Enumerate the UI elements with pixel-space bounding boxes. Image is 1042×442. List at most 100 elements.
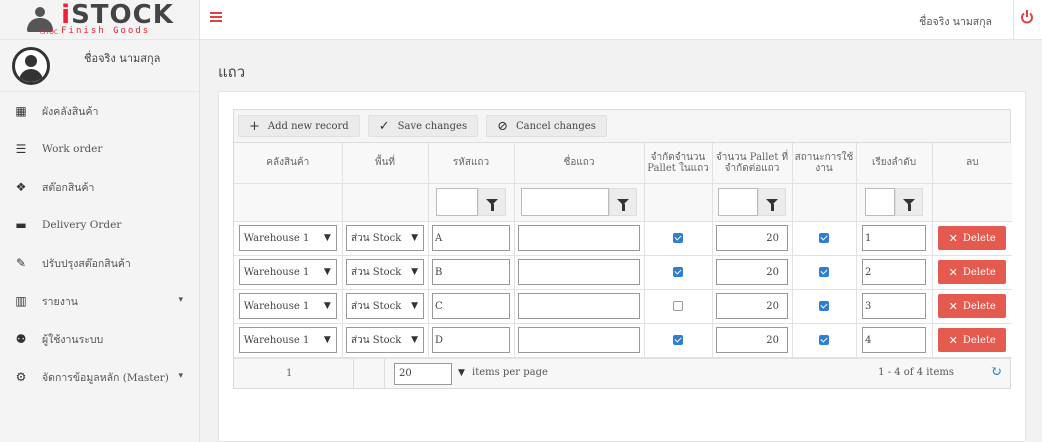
row-name-input[interactable]: [518, 293, 640, 319]
order-input[interactable]: 1: [862, 225, 926, 251]
warehouse-value: Warehouse 1: [243, 300, 310, 312]
column-header[interactable]: รหัสแถว: [428, 143, 515, 184]
order-input[interactable]: 3: [862, 293, 926, 319]
grid-header-row: คลังสินค้า พื้นที่ รหัสแถว ชื่อแถว จำกัดจำนว…: [234, 143, 1012, 184]
filter-name-button[interactable]: [609, 188, 637, 216]
area-select[interactable]: ส่วน Stock ▼: [346, 225, 424, 251]
chevron-down-icon[interactable]: ▾: [178, 371, 183, 381]
row-code-input[interactable]: A: [432, 225, 510, 251]
active-checkbox[interactable]: [819, 233, 829, 243]
add-record-label: Add new record: [267, 120, 349, 132]
cell-warehouse: Warehouse 1 ▼: [234, 323, 343, 358]
area-select[interactable]: ส่วน Stock ▼: [346, 259, 424, 285]
sidebar-item-7[interactable]: ⚙ จัดการข้อมูลหลัก (Master) ▾: [0, 358, 199, 396]
delete-button[interactable]: ✕ Delete: [938, 294, 1007, 318]
filter-pallets-button[interactable]: [758, 188, 786, 216]
cell-code: B: [428, 255, 515, 290]
sidebar-item-1[interactable]: ☰ Work order: [0, 130, 199, 168]
column-header[interactable]: เรียงลำดับ: [856, 143, 933, 184]
area-select[interactable]: ส่วน Stock ▼: [346, 293, 424, 319]
filter-pallets-input[interactable]: [718, 188, 758, 216]
top-user-name[interactable]: ชื่อจริง นามสกุล: [919, 13, 992, 30]
cell-name: [514, 255, 645, 290]
sidebar-item-4[interactable]: ✎ ปรับปรุงสต๊อกสินค้า: [0, 244, 199, 282]
gears-icon: ⚙: [15, 370, 27, 384]
pallets-input[interactable]: 20: [716, 327, 788, 353]
filter-name-input[interactable]: [521, 188, 609, 216]
cell-name: [514, 323, 645, 358]
chevron-down-icon: ▼: [411, 233, 418, 243]
warehouse-select[interactable]: Warehouse 1 ▼: [238, 293, 337, 319]
sidebar-nav: ▦ ผังคลังสินค้า ☰ Work order ❖ สต๊อกสินค้า ▬ De…: [0, 92, 199, 396]
filter-icon: [486, 199, 498, 211]
page-size-select[interactable]: 20: [394, 362, 452, 385]
sidebar-item-2[interactable]: ❖ สต๊อกสินค้า: [0, 168, 199, 206]
warehouse-select[interactable]: Warehouse 1 ▼: [238, 327, 337, 353]
cell-limit: [644, 289, 713, 324]
column-header[interactable]: ลบ: [932, 143, 1012, 184]
warehouse-select[interactable]: Warehouse 1 ▼: [238, 259, 337, 285]
active-checkbox[interactable]: [819, 335, 829, 345]
warehouse-select[interactable]: Warehouse 1 ▼: [238, 225, 337, 251]
delete-button[interactable]: ✕ Delete: [938, 328, 1007, 352]
power-logout-icon[interactable]: [1020, 10, 1034, 24]
filter-order-input[interactable]: [865, 188, 895, 216]
limit-checkbox[interactable]: [673, 301, 683, 311]
column-header[interactable]: จำนวน Pallet ที่จำกัดต่อแถว: [712, 143, 793, 184]
limit-checkbox[interactable]: [673, 267, 683, 277]
filter-code-button[interactable]: [478, 188, 506, 216]
cell-order: 2: [856, 255, 933, 290]
cell-active: [792, 255, 857, 290]
sidebar-item-label: ผังคลังสินค้า: [42, 105, 99, 118]
pallets-input[interactable]: 20: [716, 293, 788, 319]
edit-icon: ✎: [15, 256, 27, 270]
order-input[interactable]: 4: [862, 327, 926, 353]
add-record-button[interactable]: + Add new record: [238, 115, 360, 137]
active-checkbox[interactable]: [819, 267, 829, 277]
logo[interactable]: iSTOCK Finish Goods iSTOC: [0, 0, 199, 40]
pager-nav-area[interactable]: [234, 358, 354, 389]
plus-icon: +: [249, 118, 260, 134]
active-checkbox[interactable]: [819, 301, 829, 311]
sidebar-item-label: ปรับปรุงสต๊อกสินค้า: [42, 257, 131, 270]
cubes-icon: ❖: [15, 180, 27, 194]
pallets-input[interactable]: 20: [716, 259, 788, 285]
grid-pager: 1 20 ▼ items per page 1 - 4 of 4 items ↻: [234, 357, 1010, 389]
sidebar-item-6[interactable]: ⚉ ผู้ใช้งานระบบ: [0, 320, 199, 358]
column-header[interactable]: ชื่อแถว: [514, 143, 645, 184]
area-value: ส่วน Stock: [351, 232, 402, 244]
row-name-input[interactable]: [518, 327, 640, 353]
sidebar-item-0[interactable]: ▦ ผังคลังสินค้า: [0, 92, 199, 130]
delete-button[interactable]: ✕ Delete: [938, 226, 1007, 250]
column-header[interactable]: พื้นที่: [342, 143, 429, 184]
cell-warehouse: Warehouse 1 ▼: [234, 289, 343, 324]
cell-area: ส่วน Stock ▼: [342, 255, 429, 290]
row-name-input[interactable]: [518, 259, 640, 285]
refresh-icon[interactable]: ↻: [990, 365, 1002, 379]
sidebar-item-5[interactable]: ▥ รายงาน ▾: [0, 282, 199, 320]
chevron-down-icon[interactable]: ▼: [458, 368, 465, 378]
sidebar-item-3[interactable]: ▬ Delivery Order: [0, 206, 199, 244]
row-name-input[interactable]: [518, 225, 640, 251]
chevron-down-icon[interactable]: ▾: [178, 295, 183, 305]
cancel-changes-button[interactable]: ⊘ Cancel changes: [486, 115, 607, 137]
limit-checkbox[interactable]: [673, 335, 683, 345]
row-code-input[interactable]: B: [432, 259, 510, 285]
row-code-input[interactable]: D: [432, 327, 510, 353]
user-profile[interactable]: ชื่อจริง นามสกุล: [0, 40, 199, 92]
column-header[interactable]: สถานะการใช้งาน: [792, 143, 857, 184]
avatar: [12, 46, 50, 85]
row-code-input[interactable]: C: [432, 293, 510, 319]
area-select[interactable]: ส่วน Stock ▼: [346, 327, 424, 353]
save-changes-button[interactable]: ✓ Save changes: [367, 115, 479, 137]
filter-order-button[interactable]: [895, 188, 923, 216]
filter-code-input[interactable]: [436, 188, 478, 216]
order-input[interactable]: 2: [862, 259, 926, 285]
hamburger-menu-icon[interactable]: [210, 10, 226, 26]
pager-current-page[interactable]: 1: [286, 368, 292, 379]
delete-button[interactable]: ✕ Delete: [938, 260, 1007, 284]
limit-checkbox[interactable]: [673, 233, 683, 243]
column-header[interactable]: จำกัดจำนวน Pallet ในแถว: [644, 143, 713, 184]
column-header[interactable]: คลังสินค้า: [234, 143, 343, 184]
pallets-input[interactable]: 20: [716, 225, 788, 251]
